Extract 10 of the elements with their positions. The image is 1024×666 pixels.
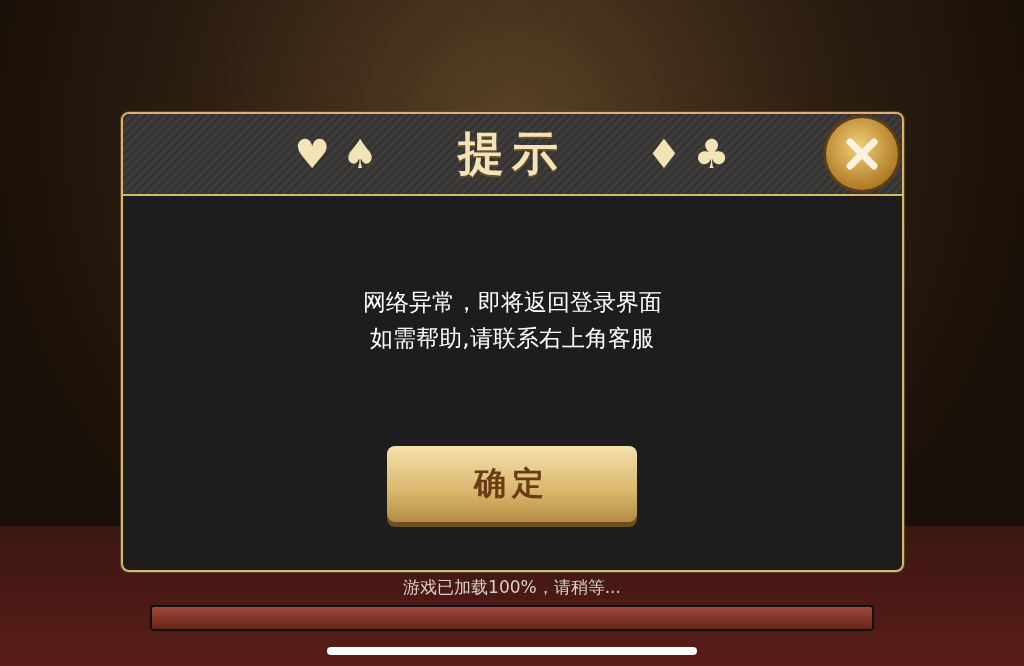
close-button[interactable] xyxy=(825,118,898,190)
close-icon xyxy=(843,136,880,172)
message-text: 如需帮助,请联系右上角客服 xyxy=(369,324,655,353)
suit-symbol: ♥ xyxy=(294,134,331,174)
suit-symbol: ♠ xyxy=(342,134,378,174)
loading-text: 游戏已加载100%，请稍等... xyxy=(403,576,621,599)
message-text: 网络异常，即将返回登录界面 xyxy=(362,288,662,317)
suit-symbol: ♣ xyxy=(693,134,730,174)
suit-symbol: ♦ xyxy=(646,134,682,174)
dialog-title: 提示 xyxy=(458,125,566,182)
